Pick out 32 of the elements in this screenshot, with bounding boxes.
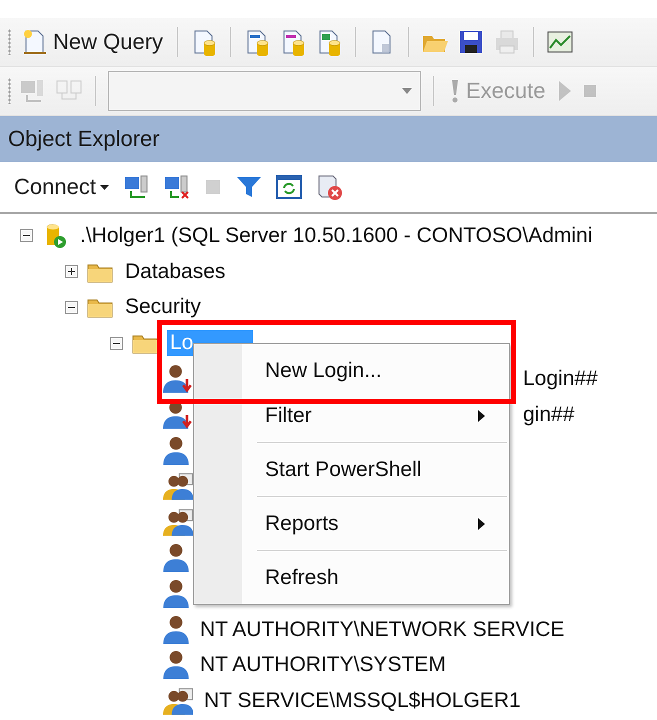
tree-item[interactable]: NT AUTHORITY\NETWORK SERVICE [197,616,568,643]
tree-item[interactable]: .\Holger1 (SQL Server 10.50.1600 - CONTOSO\Admini [77,222,596,249]
tree-item[interactable]: NT SERVICE\MSSQL$HOLGER1 [201,688,524,714]
refresh-icon[interactable] [274,173,303,201]
disconnect-icon[interactable] [162,173,191,201]
menu-item[interactable]: Start PowerShell [194,449,509,490]
user-icon [163,616,189,644]
tree-item[interactable]: Security [122,294,204,320]
expand-icon[interactable] [65,265,78,278]
tree-item[interactable]: Databases [122,258,228,285]
menu-item[interactable]: Reports [194,503,509,544]
connect-button[interactable]: Connect [12,174,111,200]
user-icon [163,580,189,608]
caret-icon [100,184,109,190]
user-icon [163,365,192,394]
caret-icon [402,88,412,94]
tree-item[interactable]: gin## [520,402,578,428]
collapse-icon[interactable] [110,336,123,350]
menu-item[interactable]: Filter [194,395,509,436]
new-query-icon [21,28,49,56]
user-group-icon [163,688,193,715]
tree-item[interactable]: NT AUTHORITY\SYSTEM [197,652,449,678]
panel-title: Object Explorer [0,116,657,162]
collapse-icon[interactable] [65,300,78,314]
menu-item[interactable]: New Login... [194,350,509,392]
tree-item[interactable]: Login## [520,366,601,392]
menu-item[interactable]: Refresh [194,557,509,598]
collapse-icon[interactable] [20,229,33,242]
user-icon [163,544,189,572]
user-icon [163,436,189,465]
new-query-button[interactable]: New Query [19,28,166,56]
user-icon [163,651,189,680]
